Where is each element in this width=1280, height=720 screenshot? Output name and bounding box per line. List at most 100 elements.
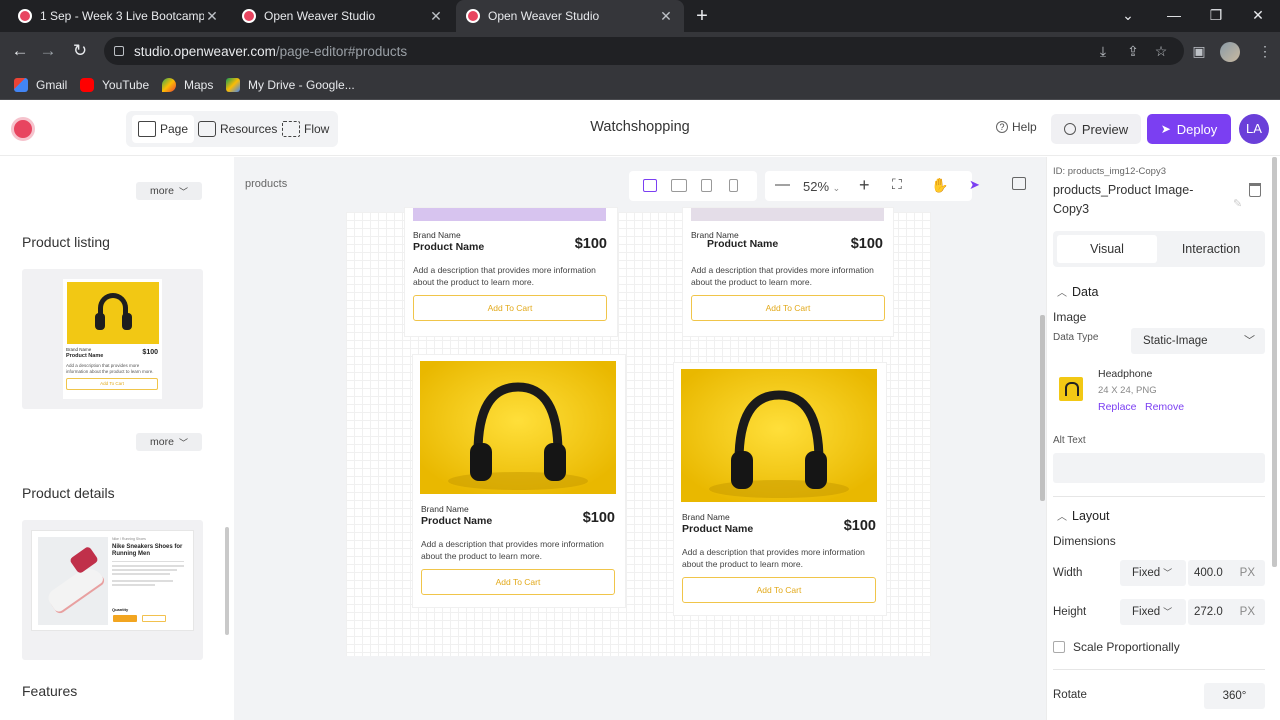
scrollbar[interactable] [1272, 157, 1277, 567]
tablet-landscape-icon[interactable] [671, 179, 687, 192]
mode-page[interactable]: Page [132, 115, 195, 143]
bookmark-maps[interactable]: Maps [162, 76, 213, 94]
forward-button[interactable]: → [35, 38, 61, 64]
scrollbar[interactable] [1040, 315, 1045, 501]
profile-avatar[interactable] [1220, 42, 1240, 62]
more-button[interactable]: more ﹀ [136, 433, 202, 451]
mini-details-text [112, 561, 184, 597]
tab-title: Open Weaver Studio [264, 9, 376, 23]
zoom-out-icon[interactable]: — [775, 176, 790, 193]
mode-flow[interactable]: Flow [276, 115, 335, 143]
width-mode-select[interactable]: Fixed ﹀ [1120, 560, 1186, 586]
add-to-cart-button[interactable]: Add To Cart [682, 577, 876, 603]
minimize-button[interactable]: — [1154, 0, 1194, 32]
scrollbar[interactable] [225, 527, 229, 635]
favicon-icon [466, 9, 480, 23]
close-icon[interactable]: ✕ [204, 8, 220, 25]
headphone-image [420, 361, 616, 494]
browser-tab-studio-1[interactable]: Open Weaver Studio ✕ [232, 0, 454, 32]
address-bar[interactable]: studio.openweaver.com/page-editor#produc… [104, 37, 1184, 65]
product-image[interactable] [420, 361, 616, 494]
product-card[interactable]: Brand Name Product Name $100 Add a descr… [404, 207, 618, 337]
alt-text-input[interactable] [1053, 453, 1265, 483]
product-image-selected[interactable] [681, 369, 877, 502]
width-input[interactable]: 400.0 PX [1188, 560, 1265, 586]
more-button[interactable]: more ﹀ [136, 182, 202, 200]
play-icon [1063, 123, 1076, 135]
deploy-button[interactable]: ➤ Deploy [1147, 114, 1231, 144]
page-artboard[interactable]: Brand Name Product Name $100 Add a descr… [346, 207, 931, 656]
trash-icon[interactable] [1249, 183, 1261, 197]
data-type-value: Static-Image [1143, 335, 1208, 347]
properties-panel: ID: products_img12-Copy3 products_Produc… [1046, 157, 1280, 720]
scale-proportionally-checkbox[interactable]: Scale Proportionally [1053, 640, 1180, 654]
tab-interaction[interactable]: Interaction [1161, 235, 1261, 263]
fullscreen-icon[interactable] [1012, 177, 1026, 190]
tablet-icon[interactable] [701, 179, 712, 192]
properties-tabs: Visual Interaction [1053, 231, 1265, 267]
tab-search-icon[interactable]: ⌄ [1108, 0, 1148, 32]
replace-link[interactable]: Replace [1098, 401, 1137, 413]
bookmark-youtube[interactable]: YouTube [80, 76, 149, 94]
section-data[interactable]: ︿ Data [1057, 284, 1098, 299]
product-card[interactable]: Brand Name Product Name $100 Add a descr… [682, 207, 894, 337]
add-to-cart-button[interactable]: Add To Cart [691, 295, 885, 321]
height-input[interactable]: 272.0 PX [1188, 599, 1265, 625]
checkbox-icon [1053, 641, 1065, 653]
browser-tab-studio-2[interactable]: Open Weaver Studio ✕ [456, 0, 684, 32]
product-card[interactable]: Brand Name Product Name $100 Add a descr… [673, 362, 887, 616]
mini-card: Brand Name Product Name $100 Add a descr… [63, 279, 162, 399]
tab-visual[interactable]: Visual [1057, 235, 1157, 263]
product-details-thumbnail[interactable]: Nike / Running Shoes Nike Sneakers Shoes… [22, 520, 203, 660]
zoom-level[interactable]: 52% ⌄ [803, 179, 840, 194]
section-layout[interactable]: ︿ Layout [1057, 508, 1110, 523]
mini-details-title: Nike Sneakers Shoes for Running Men [112, 544, 183, 557]
width-unit: PX [1239, 567, 1255, 579]
maximize-button[interactable]: ❐ [1196, 0, 1236, 32]
remove-link[interactable]: Remove [1145, 401, 1184, 413]
mobile-icon[interactable] [729, 179, 738, 192]
product-card[interactable]: Brand Name Product Name $100 Add a descr… [412, 354, 626, 608]
zoom-in-icon[interactable]: + [859, 175, 870, 196]
height-mode-select[interactable]: Fixed ﹀ [1120, 599, 1186, 625]
select-tool-icon[interactable]: ➤ [969, 177, 980, 193]
fit-screen-icon[interactable]: ⛶ [892, 176, 902, 193]
help-link[interactable]: ? Help [996, 120, 1037, 134]
close-window-button[interactable]: ✕ [1238, 0, 1278, 32]
product-listing-thumbnail[interactable]: Brand Name Product Name $100 Add a descr… [22, 269, 203, 409]
side-panel-icon[interactable]: ▣ [1188, 37, 1210, 65]
product-image[interactable] [691, 208, 884, 221]
page-icon [138, 121, 156, 137]
mode-label: Resources [220, 122, 278, 136]
back-button[interactable]: ← [7, 38, 33, 64]
bookmark-gmail[interactable]: Gmail [14, 76, 67, 94]
close-icon[interactable]: ✕ [428, 8, 444, 25]
height-mode-value: Fixed [1132, 606, 1161, 618]
close-icon[interactable]: ✕ [658, 8, 674, 25]
data-type-select[interactable]: Static-Image ﹀ [1131, 328, 1265, 354]
rotate-input[interactable]: 360° [1204, 683, 1265, 709]
user-avatar[interactable]: LA [1239, 114, 1269, 144]
chevron-down-icon: ﹀ [1163, 568, 1173, 578]
product-description: Add a description that provides more inf… [682, 547, 865, 569]
share-icon[interactable]: ⇪ [1122, 37, 1144, 65]
mode-resources[interactable]: Resources [192, 115, 283, 143]
product-name: Product Name [421, 515, 493, 527]
hand-tool-icon[interactable]: ✋ [931, 177, 948, 194]
bookmark-star-icon[interactable]: ☆ [1150, 37, 1172, 65]
preview-button[interactable]: Preview [1051, 114, 1141, 144]
install-icon[interactable]: ⤓ [1092, 37, 1114, 65]
divider [1053, 669, 1265, 670]
add-to-cart-button[interactable]: Add To Cart [421, 569, 615, 595]
app-logo[interactable] [11, 117, 35, 141]
reload-button[interactable]: ↻ [67, 38, 93, 64]
edit-icon[interactable]: ✎ [1233, 197, 1242, 210]
add-to-cart-button[interactable]: Add To Cart [413, 295, 607, 321]
new-tab-button[interactable]: + [690, 4, 714, 28]
desktop-icon[interactable] [643, 179, 657, 192]
product-image[interactable] [413, 208, 606, 221]
menu-icon[interactable]: ⋮ [1254, 37, 1276, 65]
chevron-down-icon: ﹀ [178, 186, 188, 197]
browser-tab-bootcamp[interactable]: 1 Sep - Week 3 Live Bootcamp / ( ✕ [8, 0, 230, 32]
bookmark-drive[interactable]: My Drive - Google... [226, 76, 355, 94]
